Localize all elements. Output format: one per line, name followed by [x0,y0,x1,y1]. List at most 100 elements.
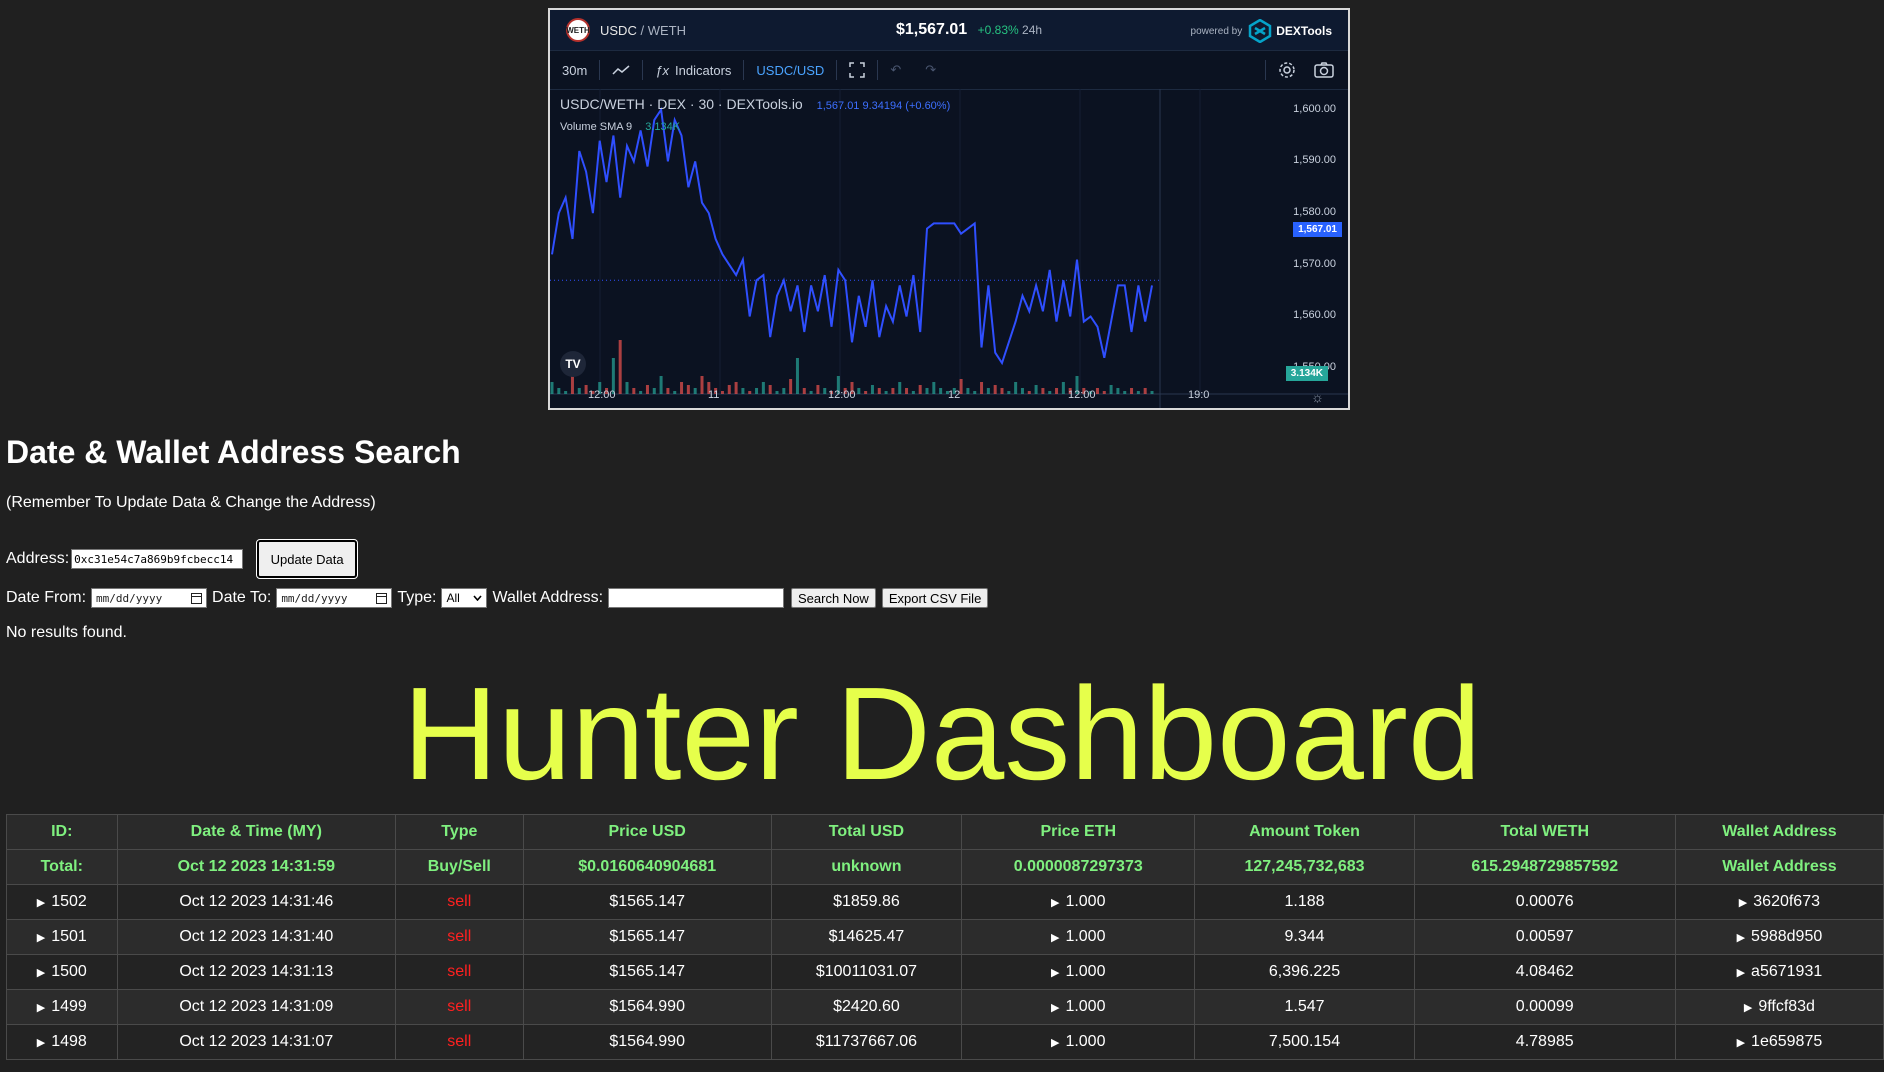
datetime-cell: Oct 12 2023 14:31:46 [116,884,397,920]
dextools-brand: DEXTools [1276,24,1332,38]
fullscreen-icon[interactable] [837,51,877,89]
settings-gear-icon[interactable] [1266,51,1308,89]
column-header[interactable]: Date & Time (MY) [116,814,397,850]
camera-icon[interactable] [1308,51,1340,89]
volume-bar [877,388,881,394]
redo-icon[interactable]: ↷ [913,51,948,89]
id-cell[interactable]: ▶ 1502 [6,884,118,920]
expand-triangle-icon[interactable]: ▶ [1739,897,1747,909]
volume-bar [795,358,799,394]
function-icon: ƒx [655,62,670,78]
type-cell: sell [395,954,524,990]
table-row: ▶ 1498 Oct 12 2023 14:31:07 sell $1564.99… [6,1024,1884,1060]
date-from-placeholder: mm/dd/yyyy [96,591,163,605]
price-eth-cell[interactable]: ▶ 1.000 [961,989,1196,1025]
volume-bar [686,385,690,394]
price-eth-cell[interactable]: ▶ 1.000 [961,919,1196,955]
expand-triangle-icon[interactable]: ▶ [1051,1037,1059,1049]
expand-triangle-icon[interactable]: ▶ [1051,897,1059,909]
expand-triangle-icon[interactable]: ▶ [37,1002,45,1014]
currency-toggle-button[interactable]: USDC/USD [744,51,836,89]
column-header[interactable]: Price USD [522,814,772,850]
update-data-button[interactable]: Update Data [256,539,359,579]
id-cell[interactable]: ▶ 1498 [6,1024,118,1060]
volume-bar [639,391,643,394]
total-row: Total: Oct 12 2023 14:31:59 Buy/Sell $0.… [6,849,1884,885]
expand-triangle-icon[interactable]: ▶ [1051,932,1059,944]
volume-bar [625,382,629,394]
date-to-input[interactable]: mm/dd/yyyy [276,588,393,608]
column-header[interactable]: Total USD [770,814,963,850]
indicators-button[interactable]: ƒx Indicators [643,51,743,89]
calendar-icon[interactable] [191,592,203,604]
wallet-address-input[interactable] [608,588,785,608]
powered-by[interactable]: powered by DEXTools [1191,19,1332,43]
price-usd-cell: $1565.147 [522,919,772,955]
filter-row: Date From: mm/dd/yyyy Date To: mm/dd/yyy… [6,588,989,608]
wallet-cell[interactable]: ▶ 1e659875 [1674,1024,1884,1060]
export-csv-button[interactable]: Export CSV File [881,588,989,608]
y-tick-label: 1,600.00 [1293,102,1336,115]
wallet-cell[interactable]: ▶ 3620f673 [1674,884,1884,920]
expand-triangle-icon[interactable]: ▶ [37,897,45,909]
dashboard-title: Hunter Dashboard [402,660,1482,807]
price-eth-cell[interactable]: ▶ 1.000 [961,954,1196,990]
expand-triangle-icon[interactable]: ▶ [1051,1002,1059,1014]
address-input[interactable]: 0xc31e54c7a869b9fcbecc14 [71,549,244,569]
column-header[interactable]: Total WETH [1413,814,1676,850]
id-cell[interactable]: ▶ 1499 [6,989,118,1025]
calendar-icon[interactable] [376,592,388,604]
column-header[interactable]: Amount Token [1194,814,1415,850]
volume-bar [918,385,922,394]
column-header[interactable]: Price ETH [961,814,1196,850]
chart-legend: USDC/WETH · DEX · 30 · DEXTools.io 1,567… [560,96,950,112]
volume-bar [1055,388,1059,394]
total-cell: Wallet Address [1674,849,1884,885]
wallet-cell[interactable]: ▶ 5988d950 [1674,919,1884,955]
datetime-cell: Oct 12 2023 14:31:40 [116,919,397,955]
expand-triangle-icon[interactable]: ▶ [37,932,45,944]
pair-base: USDC [600,22,637,38]
chart-type-line-icon[interactable] [600,51,642,89]
date-from-input[interactable]: mm/dd/yyyy [91,588,208,608]
expand-triangle-icon[interactable]: ▶ [37,1037,45,1049]
chevron-down-icon [473,595,483,601]
type-cell: sell [395,1024,524,1060]
search-now-button[interactable]: Search Now [791,588,876,608]
volume-bar [775,391,779,394]
transactions-table: ID: Date & Time (MY) Type Price USD Tota… [6,814,1884,1060]
expand-triangle-icon[interactable]: ▶ [1737,1037,1745,1049]
id-cell[interactable]: ▶ 1500 [6,954,118,990]
price-eth-value: 1.000 [1065,928,1106,945]
column-header[interactable]: ID: [6,814,118,850]
wallet-cell[interactable]: ▶ 9ffcf83d [1674,989,1884,1025]
table-row: ▶ 1500 Oct 12 2023 14:31:13 sell $1565.14… [6,954,1884,990]
column-header[interactable]: Type [395,814,524,850]
wallet-value: 5988d950 [1751,928,1823,945]
interval-button[interactable]: 30m [550,51,599,89]
volume-bar [645,385,649,394]
expand-triangle-icon[interactable]: ▶ [1051,967,1059,979]
expand-triangle-icon[interactable]: ▶ [1744,1002,1752,1014]
type-select[interactable]: All [441,588,488,608]
price-eth-cell[interactable]: ▶ 1.000 [961,1024,1196,1060]
tradingview-logo-icon[interactable]: TV [560,351,586,377]
volume-bar [1048,391,1052,394]
price-chart[interactable] [550,89,1348,410]
volume-bar [768,385,772,394]
volume-bar [700,376,704,394]
expand-triangle-icon[interactable]: ▶ [37,967,45,979]
price-chart-widget[interactable]: WETH USDC / WETH $1,567.01 +0.83% 24h po… [548,8,1350,410]
wallet-cell[interactable]: ▶ a5671931 [1674,954,1884,990]
expand-triangle-icon[interactable]: ▶ [1737,932,1745,944]
y-tick-label: 1,560.00 [1293,309,1336,322]
volume-bar [1007,391,1011,394]
axis-settings-icon[interactable]: ☼ [1311,389,1324,405]
x-tick-label: 12:00 [1068,389,1096,401]
powered-by-label: powered by [1190,25,1243,37]
undo-icon[interactable]: ↶ [878,51,913,89]
column-header[interactable]: Wallet Address [1674,814,1884,850]
id-cell[interactable]: ▶ 1501 [6,919,118,955]
expand-triangle-icon[interactable]: ▶ [1737,967,1745,979]
price-eth-cell[interactable]: ▶ 1.000 [961,884,1196,920]
